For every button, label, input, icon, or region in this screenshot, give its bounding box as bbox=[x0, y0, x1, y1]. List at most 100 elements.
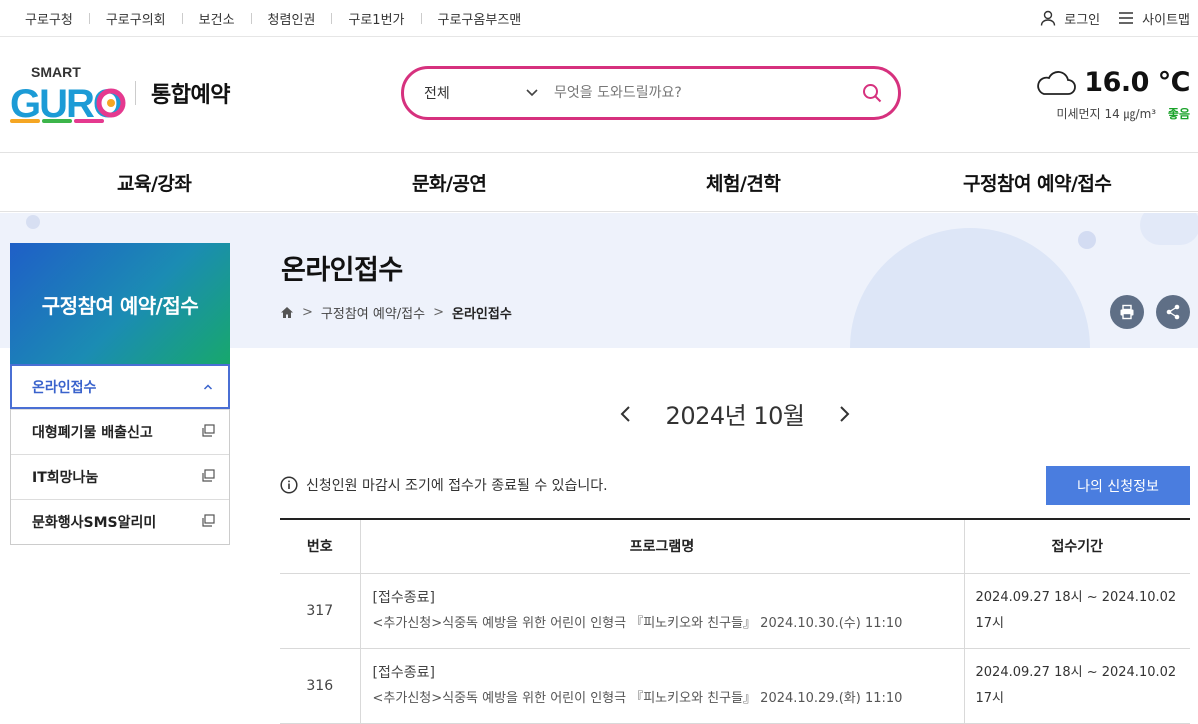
logo-stripe-green bbox=[42, 119, 72, 123]
banner-decoration bbox=[26, 215, 40, 229]
column-header-period: 접수기간 bbox=[964, 519, 1190, 574]
logo-stripe-pink bbox=[74, 119, 104, 123]
logo-guro-text: GURO bbox=[10, 82, 123, 125]
next-month-button[interactable] bbox=[832, 402, 856, 426]
breadcrumb-item[interactable]: 구정참여 예약/접수 bbox=[321, 303, 425, 322]
divider bbox=[250, 12, 252, 24]
account-links: 로그인 사이트맵 bbox=[1022, 0, 1190, 36]
chevron-right-icon: > bbox=[302, 304, 313, 320]
top-link-ombudsman[interactable]: 구로구옴부즈맨 bbox=[438, 9, 522, 28]
weather-widget: 16.0 ℃ 미세먼지 14 ㎍/m³ 좋음 bbox=[1020, 67, 1190, 127]
hamburger-icon bbox=[1119, 12, 1134, 24]
top-link-health-center[interactable]: 보건소 bbox=[199, 9, 235, 28]
sitemap-link[interactable]: 사이트맵 bbox=[1118, 9, 1190, 28]
chevron-down-icon[interactable] bbox=[525, 85, 539, 99]
top-link-integrity[interactable]: 청렴인권 bbox=[268, 9, 316, 28]
home-icon[interactable] bbox=[280, 306, 294, 319]
prev-month-button[interactable] bbox=[614, 402, 638, 426]
print-button[interactable] bbox=[1110, 295, 1144, 329]
print-icon bbox=[1120, 304, 1134, 320]
logo-divider bbox=[135, 81, 136, 105]
main-navigation: 교육/강좌 문화/공연 체험/견학 구정참여 예약/접수 bbox=[0, 154, 1198, 212]
logo-stripe-yellow bbox=[10, 119, 40, 123]
dust-grade: 좋음 bbox=[1167, 107, 1190, 121]
sitemap-label: 사이트맵 bbox=[1142, 12, 1190, 28]
info-icon bbox=[280, 476, 298, 494]
column-header-program: 프로그램명 bbox=[360, 519, 965, 574]
sidebar-item-label: 온라인접수 bbox=[32, 379, 97, 396]
row-program[interactable]: [접수종료] <추가신청>식중독 예방을 위한 어린이 인형극 『피노키오와 친… bbox=[360, 648, 965, 724]
top-link-council[interactable]: 구로구의회 bbox=[106, 9, 166, 28]
my-application-button[interactable]: 나의 신청정보 bbox=[1046, 466, 1190, 505]
row-number: 317 bbox=[280, 573, 361, 649]
smart-guro-logo[interactable]: SMART GURO bbox=[10, 63, 126, 125]
service-title[interactable]: 통합예약 bbox=[151, 77, 230, 109]
row-period: 2024.09.27 18시 ~ 2024.10.02 17시 bbox=[964, 573, 1190, 649]
site-header: SMART GURO 통합예약 전체 16.0 ℃ 미세먼지 14 ㎍/m³ 좋… bbox=[0, 37, 1198, 153]
family-site-links: 구로구청 구로구의회 보건소 청렴인권 구로1번가 구로구옴부즈맨 bbox=[25, 0, 521, 36]
row-program-name[interactable]: <추가신청>식중독 예방을 위한 어린이 인형극 『피노키오와 친구들』 202… bbox=[373, 611, 964, 637]
program-table: 번호 프로그램명 접수기간 317 [접수종료] <추가신청>식중독 예방을 위… bbox=[280, 518, 1190, 724]
column-header-number: 번호 bbox=[280, 519, 361, 574]
chevron-right-icon bbox=[840, 406, 850, 422]
top-link-gurogu-office[interactable]: 구로구청 bbox=[25, 9, 73, 28]
chevron-right-icon: > bbox=[433, 304, 445, 320]
cloud-icon bbox=[1037, 70, 1077, 95]
dust-label: 미세먼지 bbox=[1056, 107, 1101, 121]
temperature: 16.0 ℃ bbox=[1084, 67, 1190, 98]
row-status: [접수종료] bbox=[372, 664, 435, 681]
new-window-icon bbox=[202, 514, 215, 527]
banner-decoration bbox=[1078, 231, 1096, 249]
share-icon bbox=[1166, 304, 1180, 320]
chevron-left-icon bbox=[620, 406, 630, 422]
top-link-guro-1st[interactable]: 구로1번가 bbox=[348, 9, 404, 28]
share-button[interactable] bbox=[1156, 295, 1190, 329]
divider bbox=[331, 12, 333, 24]
page-title: 온라인접수 bbox=[281, 255, 403, 286]
sidebar-item-sms-alert[interactable]: 문화행사SMS알리미 bbox=[11, 499, 229, 544]
sidebar-item-label: 대형폐기물 배출신고 bbox=[32, 425, 153, 441]
sidebar-item-online-application[interactable]: 온라인접수 bbox=[10, 364, 230, 409]
sidebar-item-it-sharing[interactable]: IT희망나눔 bbox=[11, 454, 229, 499]
divider bbox=[181, 12, 183, 24]
breadcrumb-current: 온라인접수 bbox=[452, 306, 512, 322]
table-row[interactable]: 317 [접수종료] <추가신청>식중독 예방을 위한 어린이 인형극 『피노키… bbox=[280, 573, 1190, 649]
search-scope-select[interactable]: 전체 bbox=[424, 69, 450, 117]
row-status: [접수종료] bbox=[372, 589, 435, 606]
sidebar-title-text: 구정참여 예약/접수 bbox=[41, 293, 199, 318]
chevron-up-icon bbox=[203, 384, 213, 390]
sidebar-item-label: 문화행사SMS알리미 bbox=[32, 515, 157, 531]
divider bbox=[420, 12, 422, 24]
banner-decoration bbox=[850, 228, 1090, 348]
new-window-icon bbox=[202, 424, 215, 437]
search-button[interactable] bbox=[860, 81, 884, 105]
search-box: 전체 bbox=[401, 66, 901, 120]
notice-text: 신청인원 마감시 조기에 접수가 종료될 수 있습니다. bbox=[306, 478, 608, 494]
login-link[interactable]: 로그인 bbox=[1040, 9, 1100, 28]
gnb-civic-reservation[interactable]: 구정참여 예약/접수 bbox=[963, 154, 1112, 211]
gnb-culture[interactable]: 문화/공연 bbox=[412, 154, 487, 211]
row-period: 2024.09.27 18시 ~ 2024.10.02 17시 bbox=[964, 648, 1190, 724]
table-row[interactable]: 316 [접수종료] <추가신청>식중독 예방을 위한 어린이 인형극 『피노키… bbox=[280, 648, 1190, 724]
row-program[interactable]: [접수종료] <추가신청>식중독 예방을 위한 어린이 인형극 『피노키오와 친… bbox=[360, 573, 965, 649]
user-icon bbox=[1041, 10, 1056, 26]
fine-dust-info: 미세먼지 14 ㎍/m³ 좋음 bbox=[1056, 105, 1190, 122]
sidebar-item-label: IT희망나눔 bbox=[32, 470, 99, 486]
new-window-icon bbox=[202, 469, 215, 482]
sidebar-item-bulky-waste[interactable]: 대형폐기물 배출신고 bbox=[11, 409, 229, 454]
divider bbox=[88, 12, 90, 24]
logo-smart-text: SMART bbox=[31, 64, 81, 80]
current-month: 2024년 10월 bbox=[665, 402, 805, 430]
notice: 신청인원 마감시 조기에 접수가 종료될 수 있습니다. bbox=[280, 474, 608, 496]
search-icon bbox=[863, 84, 882, 103]
row-number: 316 bbox=[280, 648, 361, 724]
sidebar-title: 구정참여 예약/접수 bbox=[10, 243, 230, 365]
utility-bar: 구로구청 구로구의회 보건소 청렴인권 구로1번가 구로구옴부즈맨 로그인 사이… bbox=[0, 0, 1198, 37]
row-program-name[interactable]: <추가신청>식중독 예방을 위한 어린이 인형극 『피노키오와 친구들』 202… bbox=[373, 686, 964, 712]
banner-decoration bbox=[1140, 213, 1198, 245]
search-input[interactable] bbox=[554, 81, 854, 105]
gnb-experience[interactable]: 체험/견학 bbox=[706, 154, 781, 211]
login-label: 로그인 bbox=[1064, 12, 1101, 28]
breadcrumb: > 구정참여 예약/접수 > 온라인접수 bbox=[280, 302, 512, 322]
gnb-education[interactable]: 교육/강좌 bbox=[117, 154, 192, 211]
